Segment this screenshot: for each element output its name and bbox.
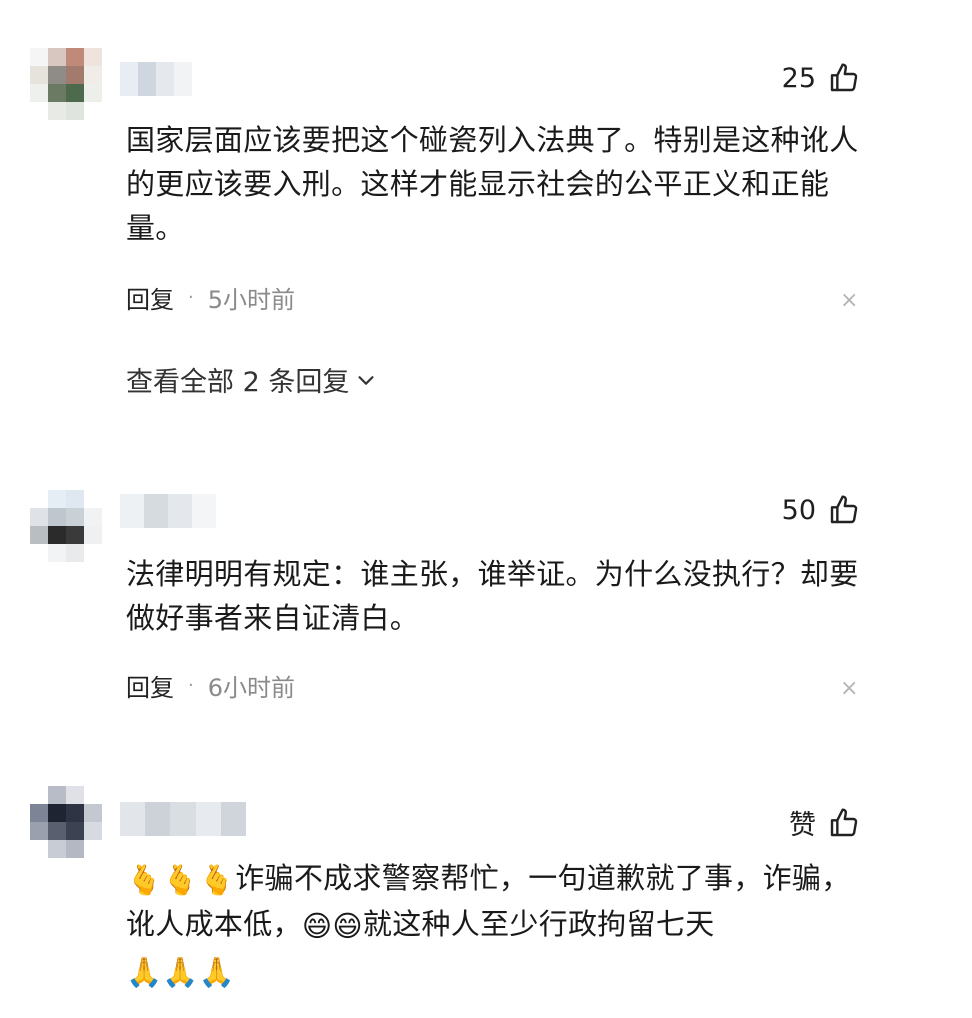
avatar-pixel — [48, 490, 66, 508]
close-icon[interactable]: × — [840, 678, 858, 700]
pray-emoji: 🙏🙏🙏 — [126, 955, 236, 989]
avatar-pixel — [66, 84, 84, 102]
avatar-pixel — [84, 544, 102, 562]
avatar-pixel — [30, 48, 48, 66]
laughing-emoji: 😄😄 — [301, 909, 363, 943]
reply-button[interactable]: 回复 — [126, 280, 174, 315]
avatar-pixel — [66, 48, 84, 66]
chevron-down-icon — [358, 375, 374, 385]
avatar-pixel — [30, 526, 48, 544]
comment-text-part-2: 就这种人至少行政拘留七天 — [362, 907, 715, 941]
avatar-pixel — [48, 544, 66, 562]
separator-dot: · — [188, 287, 194, 308]
avatar-pixel — [48, 508, 66, 526]
username-pixel — [174, 62, 192, 96]
avatar-pixel — [66, 66, 84, 84]
thumbs-up-icon — [830, 63, 858, 92]
separator-dot: · — [188, 675, 194, 696]
avatar-pixel — [66, 508, 84, 526]
username-pixel — [170, 802, 196, 836]
avatar-pixel — [84, 786, 102, 804]
thumbs-up-icon — [830, 807, 858, 836]
avatar-pixel — [66, 840, 84, 858]
avatar-pixel — [66, 544, 84, 562]
avatar-pixel — [84, 822, 102, 840]
view-all-replies-button[interactable]: 查看全部 2 条回复 — [126, 360, 377, 399]
avatar-pixel — [30, 102, 48, 120]
username-pixel — [168, 494, 192, 528]
avatar-pixel — [30, 490, 48, 508]
comment-meta: 回复 · 6小时前 — [126, 668, 295, 703]
avatar-pixel — [84, 66, 102, 84]
avatar-pixel — [66, 786, 84, 804]
avatar-pixel — [66, 822, 84, 840]
username-pixel — [220, 802, 247, 836]
avatar-pixel — [66, 490, 84, 508]
username-pixel — [120, 494, 144, 528]
like-count: 50 — [781, 494, 816, 526]
avatar[interactable] — [30, 490, 102, 562]
username-pixel — [138, 62, 156, 96]
avatar-pixel — [48, 526, 66, 544]
timestamp: 5小时前 — [207, 286, 296, 314]
avatar-pixel — [48, 66, 66, 84]
like-button[interactable]: 赞 — [789, 803, 860, 842]
avatar-pixel — [48, 48, 66, 66]
comment-text: 🫰🫰🫰诈骗不成求警察帮忙，一句道歉就了事，诈骗，讹人成本低，😄😄就这种人至少行政… — [126, 856, 861, 994]
like-label: 赞 — [789, 810, 816, 841]
avatar-pixel — [30, 804, 48, 822]
avatar-pixel — [84, 490, 102, 508]
avatar-pixel — [84, 526, 102, 544]
avatar-pixel — [66, 102, 84, 120]
avatar-pixel — [84, 840, 102, 858]
avatar-pixel — [48, 804, 66, 822]
username-blurred[interactable] — [120, 62, 192, 96]
reply-button[interactable]: 回复 — [126, 668, 174, 703]
avatar[interactable] — [30, 786, 102, 858]
avatar-pixel — [48, 822, 66, 840]
comment-meta: 回复 · 5小时前 — [126, 280, 295, 315]
username-pixel — [120, 62, 138, 96]
avatar-pixel — [48, 786, 66, 804]
avatar-pixel — [30, 84, 48, 102]
avatar-pixel — [66, 804, 84, 822]
avatar-pixel — [84, 508, 102, 526]
username-pixel — [144, 494, 168, 528]
username-blurred[interactable] — [120, 802, 247, 836]
avatar-pixel — [66, 526, 84, 544]
username-pixel — [195, 802, 221, 836]
avatar[interactable] — [30, 48, 102, 120]
like-button[interactable]: 25 — [782, 62, 860, 94]
avatar-pixel — [48, 102, 66, 120]
avatar-pixel — [84, 48, 102, 66]
like-button[interactable]: 50 — [782, 494, 860, 526]
comment-text: 法律明明有规定：谁主张，谁举证。为什么没执行？却要做好事者来自证清白。 — [126, 557, 859, 635]
thumbs-up-icon — [830, 495, 858, 524]
username-pixel — [156, 62, 174, 96]
avatar-pixel — [30, 822, 48, 840]
view-all-label: 查看全部 2 条回复 — [126, 367, 350, 398]
avatar-pixel — [30, 840, 48, 858]
username-pixel — [192, 494, 216, 528]
avatar-pixel — [30, 66, 48, 84]
avatar-pixel — [48, 840, 66, 858]
timestamp: 6小时前 — [207, 674, 296, 702]
heart-hands-emoji: 🫰🫰🫰 — [126, 863, 236, 897]
avatar-pixel — [30, 508, 48, 526]
avatar-pixel — [30, 544, 48, 562]
avatar-pixel — [84, 102, 102, 120]
avatar-pixel — [30, 786, 48, 804]
like-count: 25 — [781, 62, 816, 94]
avatar-pixel — [48, 84, 66, 102]
avatar-pixel — [84, 804, 102, 822]
username-pixel — [120, 802, 146, 836]
username-pixel — [145, 802, 171, 836]
username-blurred[interactable] — [120, 494, 216, 528]
close-icon[interactable]: × — [840, 290, 858, 312]
avatar-pixel — [84, 84, 102, 102]
comment-text: 国家层面应该要把这个碰瓷列入法典了。特别是这种讹人的更应该要入刑。这样才能显示社… — [126, 123, 859, 245]
